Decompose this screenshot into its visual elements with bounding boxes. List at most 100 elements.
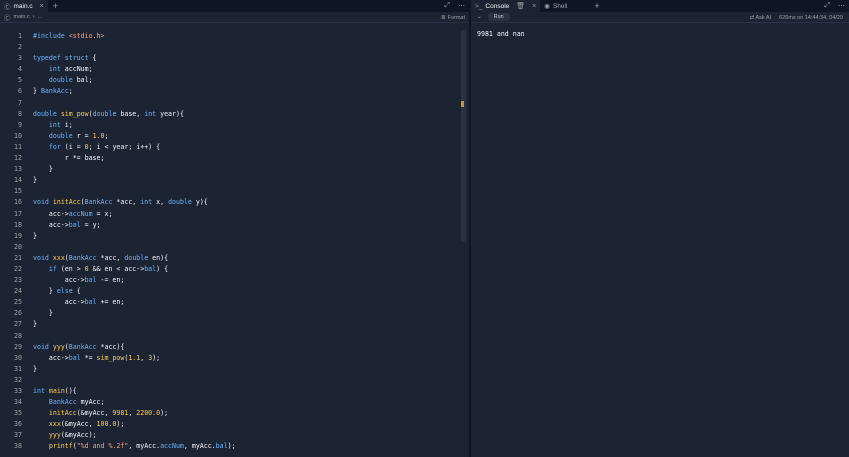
- code-line[interactable]: 35 initAcc(&myAcc, 9981, 2200.0);: [0, 408, 462, 419]
- terminal-icon: >_: [475, 2, 483, 10]
- code-token: ;: [104, 131, 109, 140]
- format-button[interactable]: ≣ Format: [441, 12, 465, 23]
- code-token: = y;: [80, 220, 101, 229]
- code-token: BankAcc: [84, 198, 113, 207]
- code-line[interactable]: 7: [0, 98, 462, 109]
- code-line[interactable]: 6} BankAcc;: [0, 86, 462, 97]
- code-line[interactable]: 24 } else {: [0, 286, 462, 297]
- line-number: 29: [14, 342, 22, 351]
- code-token: }: [33, 320, 37, 329]
- code-line[interactable]: 18 acc->bal = y;: [0, 220, 462, 231]
- code-token: (&myAcc,: [76, 409, 113, 418]
- code-line[interactable]: 28: [0, 331, 462, 342]
- trash-icon[interactable]: 🗑: [516, 2, 525, 10]
- editor-tab-actions: ⤢ ⋯: [444, 0, 465, 12]
- code-token: double: [92, 109, 117, 118]
- code-line[interactable]: 12 r *= base;: [0, 153, 462, 164]
- tab-console[interactable]: >_ Console 🗑 ×: [471, 0, 541, 12]
- code-token: BankAcc: [68, 342, 97, 351]
- code-token: acc->: [33, 209, 69, 218]
- code-line[interactable]: 15: [0, 186, 462, 197]
- code-line[interactable]: 9 int i;: [0, 120, 462, 131]
- add-tab-icon[interactable]: +: [589, 0, 604, 12]
- line-number: 38: [14, 442, 22, 451]
- code-token: double: [48, 76, 73, 85]
- code-line[interactable]: 30 acc->bal *= sim_pow(1.1, 3);: [0, 353, 462, 364]
- ask-ai-button[interactable]: ⇄ Ask AI: [750, 15, 771, 21]
- code-line[interactable]: 4 int accNum;: [0, 64, 462, 75]
- code-token: initAcc: [52, 198, 81, 207]
- code-line[interactable]: 29 void yyy(BankAcc *acc){: [0, 342, 462, 353]
- code-line[interactable]: 3 typedef struct {: [0, 53, 462, 64]
- code-text: int main(){: [22, 386, 77, 397]
- line-number: 24: [14, 287, 22, 296]
- code-line[interactable]: 19}: [0, 231, 462, 242]
- code-token: BankAcc: [40, 87, 69, 96]
- code-line[interactable]: 34 BankAcc myAcc;: [0, 397, 462, 408]
- code-line[interactable]: 36 xxx(&myAcc, 100.0);: [0, 419, 462, 430]
- code-line[interactable]: 33 int main(){: [0, 386, 462, 397]
- code-editor[interactable]: 1 #include <stdio.h> 2 3 typedef struct {4 i…: [0, 31, 462, 453]
- code-line[interactable]: 23 acc->bal -= en;: [0, 275, 462, 286]
- code-line[interactable]: 26 }: [0, 308, 462, 319]
- code-token: bal: [84, 298, 97, 307]
- code-line[interactable]: 32: [0, 375, 462, 386]
- code-line[interactable]: 10 double r = 1.0;: [0, 131, 462, 142]
- expand-icon[interactable]: ⤢: [824, 2, 830, 10]
- line-number: 3: [18, 54, 22, 63]
- code-token: x,: [152, 198, 169, 207]
- code-token: }: [33, 165, 53, 174]
- code-line[interactable]: 25 acc->bal += en;: [0, 297, 462, 308]
- run-button[interactable]: Run: [487, 13, 510, 21]
- code-token: int: [48, 120, 61, 129]
- code-line[interactable]: 5 double bal;: [0, 75, 462, 86]
- code-token: 9981: [112, 409, 129, 418]
- code-text: void initAcc(BankAcc *acc, int x, double…: [22, 197, 208, 208]
- line-number: 20: [14, 242, 22, 251]
- line-number: 16: [14, 198, 22, 207]
- chevron-down-icon[interactable]: ⌄: [477, 14, 482, 20]
- code-line[interactable]: 27}: [0, 319, 462, 330]
- code-line[interactable]: 31}: [0, 364, 462, 375]
- tab-main-c[interactable]: Ⓒ main.c ×: [0, 0, 48, 12]
- tab-shell[interactable]: ◉ Shell: [540, 0, 571, 12]
- breadcrumb-file[interactable]: main.c: [14, 14, 30, 20]
- code-line[interactable]: 13 }: [0, 164, 462, 175]
- more-icon[interactable]: ⋯: [458, 2, 465, 10]
- line-number: 4: [18, 65, 22, 74]
- code-text: if (en > 0 && en < acc->bal) {: [22, 264, 168, 275]
- expand-icon[interactable]: ⤢: [444, 2, 450, 10]
- code-token: <stdio.h>: [68, 32, 105, 40]
- code-line[interactable]: 20: [0, 242, 462, 253]
- code-line[interactable]: 37 yyy(&myAcc);: [0, 430, 462, 441]
- code-line[interactable]: 14}: [0, 175, 462, 186]
- code-line[interactable]: 2: [0, 42, 462, 53]
- line-number: 21: [14, 253, 22, 262]
- console-output[interactable]: 9981 and nan: [471, 23, 849, 45]
- close-icon[interactable]: ×: [40, 3, 44, 10]
- editor-scrollbar[interactable]: [461, 31, 466, 241]
- breadcrumb-more[interactable]: ...: [38, 14, 43, 20]
- code-line[interactable]: 11 for (i = 0; i < year; i++) {: [0, 142, 462, 153]
- code-token: 1.1: [128, 353, 141, 362]
- code-text: } else {: [22, 286, 81, 297]
- code-token: {: [72, 287, 81, 296]
- close-icon[interactable]: ×: [532, 3, 536, 10]
- code-line[interactable]: 38 printf("%d and %.2f", myAcc.accNum, m…: [0, 441, 462, 452]
- add-tab-icon[interactable]: +: [48, 0, 63, 12]
- code-token: bal;: [72, 76, 93, 85]
- code-text: acc->bal += en;: [22, 297, 125, 308]
- code-line[interactable]: 16 void initAcc(BankAcc *acc, int x, doub…: [0, 197, 462, 208]
- code-line[interactable]: 1 #include <stdio.h>: [0, 31, 462, 42]
- code-line[interactable]: 22 if (en > 0 && en < acc->bal) {: [0, 264, 462, 275]
- code-line[interactable]: 21 void xxx(BankAcc *acc, double en){: [0, 253, 462, 264]
- more-icon[interactable]: ⋯: [838, 2, 845, 10]
- code-token: bal: [68, 220, 81, 229]
- code-line[interactable]: 8 double sim_pow(double base, int year){: [0, 109, 462, 120]
- code-token: (&myAcc,: [60, 420, 97, 429]
- code-line[interactable]: 17 acc->accNum = x;: [0, 209, 462, 220]
- code-token: r =: [72, 131, 93, 140]
